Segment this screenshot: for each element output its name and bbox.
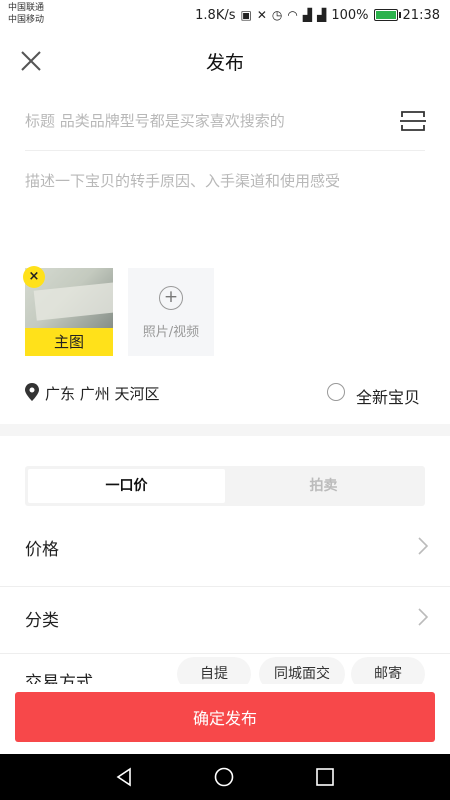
chevron-right-icon (418, 608, 428, 626)
recents-icon[interactable] (315, 767, 335, 787)
back-icon[interactable] (114, 767, 134, 787)
location-pin-icon (25, 383, 39, 401)
divider (25, 150, 425, 151)
remove-photo-button[interactable]: × (23, 266, 45, 288)
title-input[interactable] (25, 106, 385, 136)
status-right: 1.8K/s ▣ ✕ ◷ ◠ ▟ ▟ 100% 21:38 (195, 6, 440, 24)
carrier-2: 中国移动 (8, 15, 45, 25)
brand-new-label[interactable]: 全新宝贝 (356, 384, 420, 408)
add-icon: + (159, 286, 183, 310)
page-title: 发布 (205, 52, 244, 74)
main-photo-badge: 主图 (25, 328, 113, 356)
battery-percent: 100% (331, 7, 369, 23)
nfc-icon: ▣ (240, 8, 252, 22)
tab-auction[interactable]: 拍卖 (225, 469, 422, 503)
divider (0, 653, 450, 654)
alarm-icon: ◷ (271, 8, 283, 22)
section-separator (0, 424, 450, 436)
chevron-right-icon (418, 537, 428, 555)
tab-fixed-price[interactable]: 一口价 (28, 469, 225, 503)
pricing-mode-tabs: 一口价 拍卖 (25, 466, 425, 506)
add-photo-video-label: 照片/视频 (142, 325, 200, 340)
confirm-publish-button[interactable]: 确定发布 (15, 692, 435, 742)
category-label: 分类 (25, 611, 59, 631)
photo-content (33, 281, 113, 321)
scan-icon (400, 111, 426, 131)
price-row[interactable]: 价格 (0, 513, 450, 581)
home-icon[interactable] (214, 767, 234, 787)
carrier-1: 中国联通 (8, 3, 45, 13)
description-input[interactable] (25, 170, 430, 250)
signal-4g-icon: ▟ (302, 8, 313, 22)
brand-new-radio[interactable] (327, 383, 345, 401)
wifi-icon: ◠ (287, 8, 298, 22)
status-bar: 中国联通 中国移动 1.8K/s ▣ ✕ ◷ ◠ ▟ ▟ 100% 21:38 (0, 0, 450, 30)
clock: 21:38 (402, 7, 440, 23)
battery-icon (373, 9, 401, 21)
mute-icon: ✕ (256, 8, 267, 22)
signal-2g-icon: ▟ (317, 8, 327, 22)
net-speed: 1.8K/s (195, 7, 236, 23)
price-label: 价格 (25, 540, 59, 560)
scan-button[interactable] (395, 106, 431, 136)
add-photo-video-button[interactable]: + 照片/视频 (128, 268, 214, 356)
location-text[interactable]: 广东 广州 天河区 (45, 383, 160, 404)
category-row[interactable]: 分类 (0, 584, 450, 652)
system-nav-bar (0, 754, 450, 800)
